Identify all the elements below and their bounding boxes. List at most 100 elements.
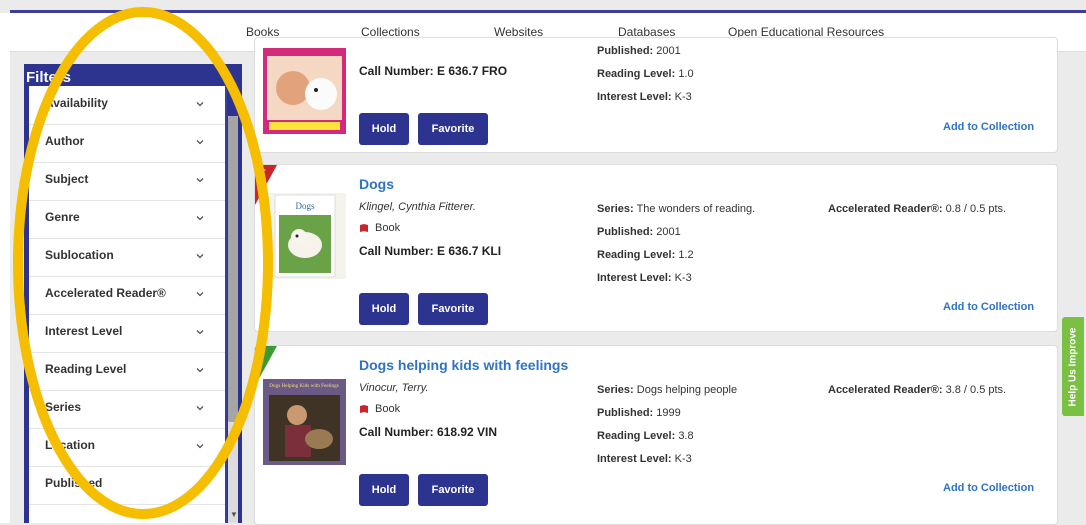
- cover-title: Dogs: [295, 201, 314, 211]
- help-us-improve-tab[interactable]: Help Us Improve: [1062, 317, 1084, 416]
- series-info: Series: The wonders of reading.: [597, 203, 755, 215]
- published-value: 1999: [656, 407, 681, 419]
- reading-level-info: Reading Level: 1.2: [597, 249, 694, 261]
- interest-level-value: K-3: [674, 453, 692, 465]
- interest-level-info: Interest Level: K-3: [597, 91, 692, 103]
- reading-level-label: Reading Level:: [597, 430, 676, 442]
- filter-published[interactable]: Published: [29, 466, 225, 505]
- filter-label: Published: [45, 476, 103, 490]
- filter-label: Accelerated Reader®: [45, 286, 166, 300]
- scroll-down-arrow-icon[interactable]: ▼: [230, 510, 238, 519]
- result-format: Book: [359, 222, 400, 234]
- interest-level-label: Interest Level:: [597, 272, 672, 284]
- add-to-collection-link[interactable]: Add to Collection: [943, 301, 1034, 313]
- chevron-down-icon: [196, 330, 204, 335]
- favorite-button[interactable]: Favorite: [418, 113, 488, 145]
- chevron-down-icon: [196, 406, 204, 411]
- result-author[interactable]: Vinocur, Terry.: [359, 382, 429, 394]
- published-info: Published: 1999: [597, 407, 681, 419]
- filter-sublocation[interactable]: Sublocation: [29, 238, 225, 277]
- accelerated-reader-info: Accelerated Reader®: 3.8 / 0.5 pts.: [828, 384, 1006, 396]
- hold-button[interactable]: Hold: [359, 293, 409, 325]
- ar-value: 0.8 / 0.5 pts.: [945, 203, 1007, 215]
- format-label: Book: [375, 222, 401, 234]
- add-to-collection-link[interactable]: Add to Collection: [943, 482, 1034, 494]
- reading-level-value: 1.2: [678, 249, 694, 261]
- chevron-down-icon: [196, 140, 204, 145]
- call-number: Call Number: E 636.7 KLI: [359, 244, 502, 258]
- series-label: Series:: [597, 384, 634, 396]
- chevron-down-icon: [196, 292, 204, 297]
- favorite-button[interactable]: Favorite: [418, 293, 488, 325]
- filter-label: Subject: [45, 172, 89, 186]
- interest-level-value: K-3: [674, 91, 692, 103]
- filter-genre[interactable]: Genre: [29, 200, 225, 239]
- filters-title: Filters: [26, 69, 72, 86]
- filter-series[interactable]: Series: [29, 390, 225, 429]
- chevron-down-icon: [196, 444, 204, 449]
- ribbon-text: T: [260, 168, 266, 178]
- chevron-down-icon: [196, 254, 204, 259]
- series-value: The wonders of reading.: [636, 203, 756, 215]
- book-cover-image[interactable]: [263, 48, 346, 134]
- reading-level-value: 1.0: [678, 68, 694, 80]
- filter-location[interactable]: Location: [29, 428, 225, 467]
- hold-button[interactable]: Hold: [359, 474, 409, 506]
- ar-label: Accelerated Reader®:: [828, 384, 943, 396]
- filter-author[interactable]: Author: [29, 124, 225, 163]
- published-label: Published:: [597, 407, 654, 419]
- ar-value: 3.8 / 0.5 pts.: [945, 384, 1007, 396]
- chevron-down-icon: [196, 102, 204, 107]
- result-title[interactable]: Dogs: [359, 176, 394, 192]
- hold-button[interactable]: Hold: [359, 113, 409, 145]
- interest-level-label: Interest Level:: [597, 453, 672, 465]
- result-card: T Dogs Dogs Klingel, Cynthia Fitterer. B…: [254, 164, 1058, 332]
- interest-level-value: K-3: [674, 272, 692, 284]
- reading-level-label: Reading Level:: [597, 68, 676, 80]
- filter-interest-level[interactable]: Interest Level: [29, 314, 225, 353]
- filter-subject[interactable]: Subject: [29, 162, 225, 201]
- book-cover-image[interactable]: Dogs Helping Kids with Feelings: [263, 379, 346, 465]
- series-label: Series:: [597, 203, 634, 215]
- reading-level-info: Reading Level: 1.0: [597, 68, 694, 80]
- result-card: Call Number: E 636.7 FRO Published: 2001…: [254, 37, 1058, 153]
- filter-scrollbar[interactable]: ▼: [228, 116, 238, 523]
- call-number: Call Number: 618.92 VIN: [359, 425, 498, 439]
- favorite-button[interactable]: Favorite: [418, 474, 488, 506]
- reading-level-info: Reading Level: 3.8: [597, 430, 694, 442]
- filter-label: Author: [45, 134, 85, 148]
- filter-label: Availability: [45, 96, 108, 110]
- published-label: Published:: [597, 226, 654, 238]
- filter-reading-level[interactable]: Reading Level: [29, 352, 225, 391]
- interest-level-info: Interest Level: K-3: [597, 453, 692, 465]
- filter-accelerated-reader[interactable]: Accelerated Reader®: [29, 276, 225, 315]
- series-info: Series: Dogs helping people: [597, 384, 737, 396]
- filter-label: Genre: [45, 210, 80, 224]
- book-icon: [360, 224, 368, 232]
- format-label: Book: [375, 403, 401, 415]
- filter-label: Location: [45, 438, 95, 452]
- call-number: Call Number: E 636.7 FRO: [359, 64, 508, 78]
- book-cover-image[interactable]: Dogs: [263, 193, 346, 279]
- interest-level-label: Interest Level:: [597, 91, 672, 103]
- filter-label: Sublocation: [45, 248, 114, 262]
- page-left-margin: [0, 13, 10, 523]
- book-icon: [360, 405, 368, 413]
- filter-list: Availability Author Subject Genre Subloc…: [29, 86, 227, 523]
- interest-level-info: Interest Level: K-3: [597, 272, 692, 284]
- scrollbar-thumb[interactable]: [228, 116, 238, 422]
- filter-label: Interest Level: [45, 324, 123, 338]
- series-value: Dogs helping people: [636, 384, 738, 396]
- published-label: Published:: [597, 45, 654, 57]
- add-to-collection-link[interactable]: Add to Collection: [943, 121, 1034, 133]
- filter-availability[interactable]: Availability: [29, 86, 225, 125]
- accelerated-reader-info: Accelerated Reader®: 0.8 / 0.5 pts.: [828, 203, 1006, 215]
- published-info: Published: 2001: [597, 226, 681, 238]
- result-author[interactable]: Klingel, Cynthia Fitterer.: [359, 201, 476, 213]
- published-value: 2001: [656, 45, 681, 57]
- result-title[interactable]: Dogs helping kids with feelings: [359, 357, 568, 373]
- published-info: Published: 2001: [597, 45, 681, 57]
- chevron-down-icon: [196, 178, 204, 183]
- filter-label: Series: [45, 400, 82, 414]
- reading-level-value: 3.8: [678, 430, 694, 442]
